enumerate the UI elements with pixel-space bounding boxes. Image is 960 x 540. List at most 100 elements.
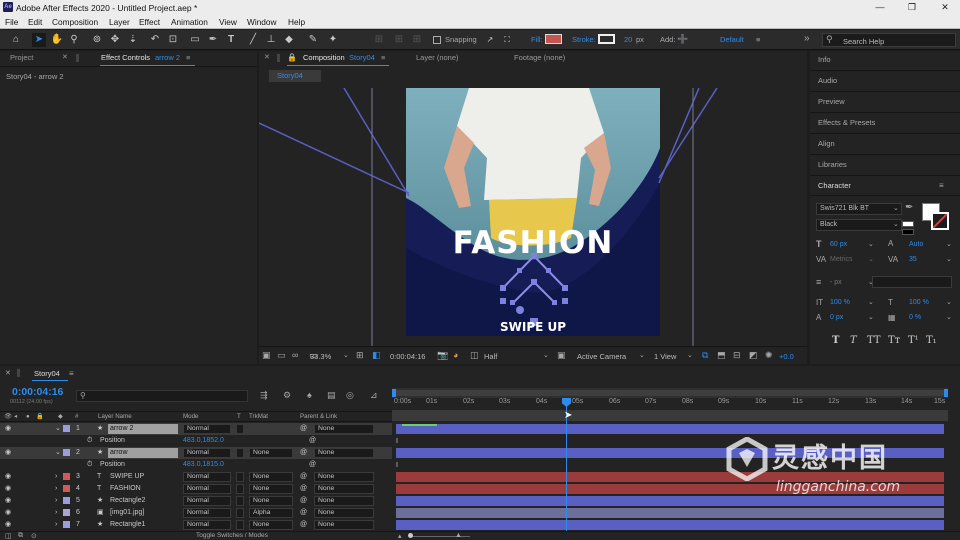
toggle-pixel-icon[interactable]: ⧉ (702, 350, 708, 361)
layer-label-color[interactable] (63, 497, 70, 504)
column-parent[interactable]: Parent & Link (300, 412, 337, 422)
fill-black-swatch[interactable] (902, 229, 914, 235)
tab-project[interactable]: Project (10, 51, 33, 65)
column-t[interactable]: T (237, 412, 241, 422)
comp-subtab[interactable]: Story04 (269, 70, 321, 82)
frame-blending-icon[interactable]: ▤ (327, 390, 336, 401)
chevron-down-icon[interactable]: ⌄ (343, 351, 349, 359)
render-time-icon[interactable]: ◫ (5, 532, 12, 540)
layer-mode-select[interactable]: Normal (183, 484, 231, 494)
eye-icon[interactable]: ◉ (5, 483, 11, 495)
tab-composition[interactable]: Composition (303, 51, 345, 65)
layer-parent-select[interactable]: None (314, 520, 374, 530)
baseline-shift-value[interactable]: 0 px (830, 314, 843, 321)
track-matte-select[interactable]: None (249, 472, 293, 482)
lock-icon[interactable]: 🔒 (287, 51, 297, 65)
glasses-icon[interactable]: ∞ (292, 350, 298, 360)
draft-3d-icon[interactable]: ⬒ (717, 350, 726, 361)
rotate-tool-icon[interactable]: ↶ (148, 33, 162, 47)
view-layout-select[interactable]: 1 View (654, 352, 676, 361)
all-caps-button[interactable]: TT (867, 335, 881, 346)
effects-presets-panel-tab[interactable]: Effects & Presets (818, 118, 875, 127)
shy-layers-icon[interactable]: ♠ (307, 390, 312, 400)
parent-pickwhip-icon[interactable]: @ (300, 519, 307, 531)
tsume-value[interactable]: 0 % (909, 314, 921, 321)
layer-name[interactable]: [img01.jpg] (110, 507, 144, 519)
snap-edges-icon[interactable]: ↗ (483, 33, 497, 47)
zoom-out-icon[interactable]: ▴ (398, 532, 402, 540)
orbit-camera-icon[interactable]: ⊚ (90, 33, 104, 47)
property-value[interactable]: 483.0,1815.0 (183, 459, 224, 471)
tab-effect-controls[interactable]: Effect Controls (101, 51, 150, 65)
pickwhip-icon[interactable]: @ (309, 459, 316, 471)
fill-white-swatch[interactable] (902, 221, 914, 227)
font-style-select[interactable]: Black (816, 219, 902, 231)
font-size-value[interactable]: 60 px (830, 241, 847, 248)
faux-bold-button[interactable]: T (832, 335, 839, 346)
eraser-tool-icon[interactable]: ◆ (282, 33, 296, 47)
work-area-start-handle[interactable] (392, 389, 396, 397)
eye-icon[interactable]: ◉ (5, 519, 11, 531)
layer-bar[interactable] (396, 520, 944, 530)
chevron-down-icon[interactable]: ⌄ (543, 351, 549, 359)
menu-window[interactable]: Window (247, 17, 277, 27)
rectangle-tool-icon[interactable]: ▭ (188, 33, 202, 47)
zoom-tool-icon[interactable]: ⚲ (67, 33, 81, 47)
track-matte-select[interactable]: Alpha (249, 508, 293, 518)
eyedropper-icon[interactable]: ✒ (905, 202, 913, 213)
align-panel-tab[interactable]: Align (818, 139, 835, 148)
layer-parent-select[interactable]: None (314, 448, 374, 458)
layer-parent-select[interactable]: None (314, 508, 374, 518)
layer-parent-select[interactable]: None (314, 484, 374, 494)
chevron-down-icon[interactable]: ⌄ (946, 298, 952, 306)
region-icon[interactable]: ◫ (470, 350, 479, 361)
twirl-closed-icon[interactable]: › (55, 483, 57, 495)
zoom-level[interactable]: 33.3% (310, 352, 331, 361)
preview-icon[interactable]: ▣ (262, 350, 271, 361)
menu-effect[interactable]: Effect (139, 17, 160, 27)
font-family-select[interactable]: Swis721 Blk BT (816, 203, 902, 215)
twirl-open-icon[interactable]: ⌄ (55, 423, 61, 435)
layer-parent-select[interactable]: None (314, 496, 374, 506)
preserve-transparency-toggle[interactable] (236, 424, 244, 434)
snap-features-icon[interactable]: ⛶ (500, 33, 514, 47)
search-help-box[interactable]: ⚲ Search Help (822, 33, 956, 47)
layer-row[interactable]: ◉ › 6 ▣ [img01.jpg] Normal Alpha @ None (0, 507, 392, 519)
menu-animation[interactable]: Animation (171, 17, 208, 27)
layer-mode-select[interactable]: Normal (183, 448, 231, 458)
chevron-down-icon[interactable]: ⌄ (893, 220, 899, 228)
property-value[interactable]: 483.0,1852.0 (183, 435, 224, 447)
layer-name[interactable]: arrow 2 (108, 424, 178, 434)
layer-mode-select[interactable]: Normal (183, 508, 231, 518)
layer-name[interactable]: SWIPE UP (110, 471, 144, 483)
chevron-right-icon[interactable]: » (804, 33, 810, 44)
timeline-comp-tab[interactable]: Story04 (34, 369, 60, 378)
stroke-width-value[interactable]: - px (830, 279, 842, 286)
keyframe-marker[interactable]: I (396, 462, 398, 469)
twirl-closed-icon[interactable]: › (55, 507, 57, 519)
preserve-transparency-toggle[interactable] (236, 496, 244, 506)
column-layer-name[interactable]: Layer Name (98, 412, 132, 422)
workspace-default[interactable]: Default (720, 35, 744, 44)
parent-pickwhip-icon[interactable]: @ (300, 495, 307, 507)
layer-row[interactable]: ◉ › 3 T SWIPE UP Normal None @ None (0, 471, 392, 483)
tab-layer[interactable]: Layer (none) (416, 51, 459, 65)
layer-row[interactable]: ◉ › 7 ★ Rectangle1 Normal None @ None (0, 519, 392, 531)
preview-panel-tab[interactable]: Preview (818, 97, 845, 106)
pickwhip-icon[interactable]: @ (309, 435, 316, 447)
current-timecode[interactable]: 0:00:04:16 (390, 352, 425, 361)
work-area-end-handle[interactable] (944, 389, 948, 397)
libraries-panel-tab[interactable]: Libraries (818, 160, 847, 169)
draft-3d-icon[interactable]: ⚙ (283, 390, 291, 401)
faux-italic-button[interactable]: T (850, 335, 857, 346)
horizontal-scale-value[interactable]: 100 % (909, 299, 929, 306)
twirl-open-icon[interactable]: ⌄ (55, 447, 61, 459)
twirl-closed-icon[interactable]: › (55, 471, 57, 483)
zoom-slider-thumb[interactable] (408, 533, 413, 538)
chevron-down-icon[interactable]: ⌄ (639, 351, 645, 359)
chevron-down-icon[interactable]: ⌄ (687, 351, 693, 359)
layer-name[interactable]: arrow (108, 448, 178, 458)
layer-name[interactable]: FASHION (110, 483, 141, 495)
parent-pickwhip-icon[interactable]: @ (300, 483, 307, 495)
track-matte-select[interactable]: None (249, 496, 293, 506)
